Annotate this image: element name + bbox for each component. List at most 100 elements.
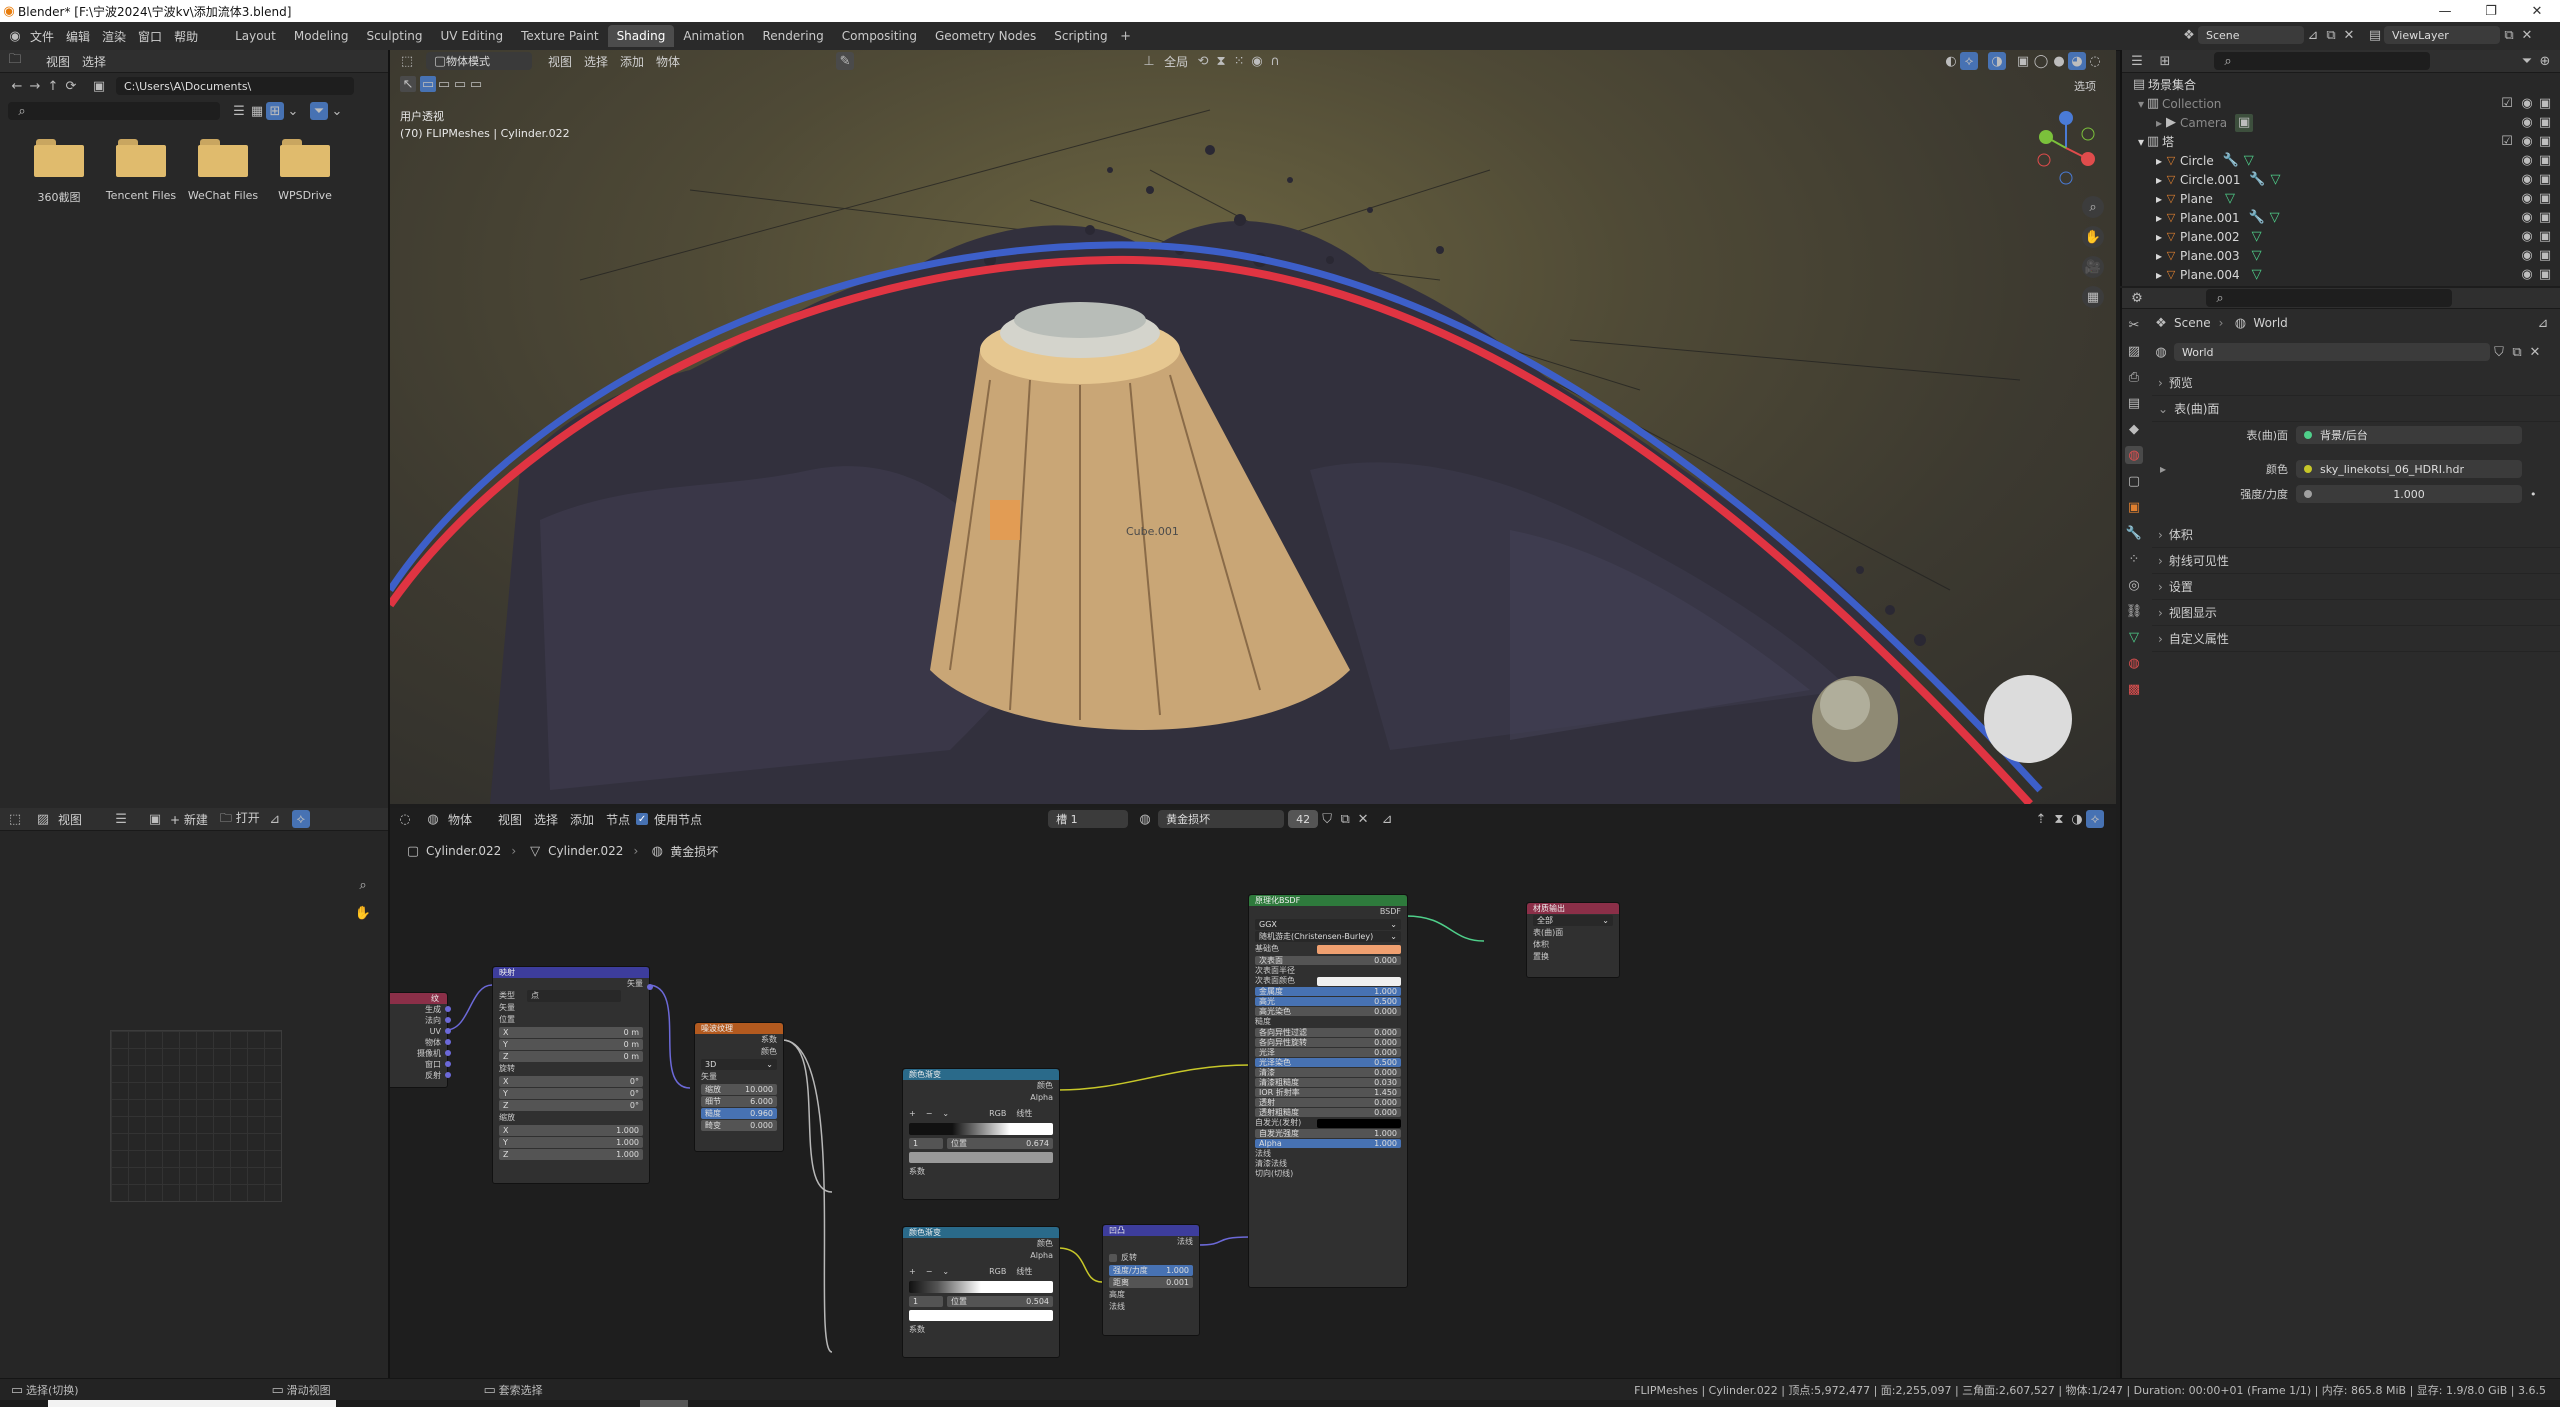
outliner-item[interactable]: ▸ ▽ Plane ▽ ◉ ▣ xyxy=(2130,189,2560,208)
panel-custom-properties[interactable]: › 自定义属性 xyxy=(2152,626,2560,652)
tab-animation[interactable]: Animation xyxy=(674,25,753,47)
output-target-dropdown[interactable]: 全部 ⌄ xyxy=(1533,915,1613,926)
pan-hand-icon[interactable]: ✋ xyxy=(354,904,372,922)
menu-help[interactable]: 帮助 xyxy=(168,26,204,47)
tool-tab-icon[interactable]: ✂ xyxy=(2125,316,2143,334)
remove-stop-icon[interactable]: − xyxy=(926,1266,933,1278)
camera-render-icon[interactable]: ▣ xyxy=(2536,133,2554,151)
tab-texture-paint[interactable]: Texture Paint xyxy=(512,25,607,47)
color-swatch[interactable] xyxy=(1317,1118,1401,1128)
editor-type-icon[interactable]: ⬚ xyxy=(6,810,24,828)
fake-user-icon[interactable]: ⛉ xyxy=(1318,810,1336,828)
filter-icon[interactable]: ⏷ xyxy=(310,102,328,120)
eye-icon[interactable]: ◉ xyxy=(2518,133,2536,151)
back-icon[interactable]: ← xyxy=(8,77,26,95)
slot-selector[interactable]: 槽 1 xyxy=(1048,810,1129,828)
mapping-scale_vals-field[interactable]: X 1.000 xyxy=(499,1125,643,1136)
material-name-field[interactable]: 黄金损坏 xyxy=(1158,810,1285,828)
outliner-item[interactable]: ▸ ▽ Circle.001 🔧 ▽ ◉ ▣ xyxy=(2130,170,2560,189)
bump-field[interactable]: 距离 0.001 xyxy=(1109,1277,1193,1288)
forward-icon[interactable]: → xyxy=(26,77,44,95)
color-ramp-gradient[interactable] xyxy=(909,1281,1053,1293)
color-swatch[interactable] xyxy=(1317,976,1401,986)
remove-stop-icon[interactable]: − xyxy=(926,1108,933,1120)
bsdf-field[interactable]: 各向异性旋转 0.000 xyxy=(1255,1038,1401,1047)
output-tab-icon[interactable]: ⎙ xyxy=(2125,368,2143,386)
panel-settings[interactable]: › 设置 xyxy=(2152,574,2560,600)
tab-uv-editing[interactable]: UV Editing xyxy=(432,25,513,47)
distribution-dropdown[interactable]: GGX ⌄ xyxy=(1255,919,1401,930)
fb-menu-view[interactable]: 视图 xyxy=(40,51,76,72)
collection-tab-icon[interactable]: ▢ xyxy=(2125,472,2143,490)
checkbox-icon[interactable]: ☑ xyxy=(2498,133,2516,151)
ortho-toggle-icon[interactable]: ▦ xyxy=(2082,286,2104,308)
bsdf-field[interactable]: 清漆粗糙度 0.030 xyxy=(1255,1078,1401,1087)
blender-menu-icon[interactable]: ◉ xyxy=(6,27,24,45)
menu-edit[interactable]: 编辑 xyxy=(60,26,96,47)
bsdf-field[interactable]: 各向异性过滤 0.000 xyxy=(1255,1028,1401,1037)
node-material-output[interactable]: 材质输出 全部 ⌄ 表(曲)面 体积 置换 xyxy=(1526,902,1620,978)
eye-icon[interactable]: ◉ xyxy=(2518,95,2536,113)
constraints-tab-icon[interactable]: ⛓ xyxy=(2125,602,2143,620)
node-principled-bsdf[interactable]: 原理化BSDF BSDF GGX ⌄ 随机游走(Christensen-Burle… xyxy=(1248,894,1408,1288)
copy-icon[interactable]: ⧉ xyxy=(2508,343,2526,361)
menu-window[interactable]: 窗口 xyxy=(132,26,168,47)
socket[interactable] xyxy=(445,1017,451,1023)
folder-item[interactable]: WeChat Files xyxy=(182,139,264,202)
camera-render-icon[interactable]: ▣ xyxy=(2536,95,2554,113)
scene-collection-row[interactable]: ▤ 场景集合 xyxy=(2130,75,2560,94)
node-mapping[interactable]: 映射 矢量 类型点 矢量 位置 X0 mY0 mZ0 m 旋转 X 0° Y 0° Z 0… xyxy=(492,966,653,1184)
camera-view-icon[interactable]: 🎥 xyxy=(2082,256,2104,278)
bsdf-field[interactable]: 光泽 0.000 xyxy=(1255,1048,1401,1057)
mapping-loc_vals-field[interactable]: X0 m xyxy=(499,1027,643,1038)
bsdf-field[interactable]: 高光 0.500 xyxy=(1255,997,1401,1006)
refresh-icon[interactable]: ⟳ xyxy=(62,77,80,95)
surface-shader-field[interactable]: 背景/后台 xyxy=(2296,426,2522,444)
tab-layout[interactable]: Layout xyxy=(226,25,285,47)
stop-position-field[interactable]: 位置 0.674 xyxy=(947,1138,1053,1149)
parent-dir-icon[interactable]: ↑ xyxy=(44,77,62,95)
shader-type-selector[interactable]: 物体 xyxy=(442,809,478,830)
outliner-item[interactable]: ▸ ▽ Plane.001 🔧 ▽ ◉ ▣ xyxy=(2130,208,2560,227)
parent-node-tree-icon[interactable]: ⇡ xyxy=(2032,810,2050,828)
editor-type-icon[interactable]: 🗀 xyxy=(6,52,24,70)
node-color-ramp-1[interactable]: 颜色渐变 颜色 Alpha + − ⌄ RGB 线性 1 位置 0.674 系数 xyxy=(902,1068,1060,1200)
tab-modeling[interactable]: Modeling xyxy=(285,25,358,47)
new-collection-icon[interactable]: ⊕ xyxy=(2536,52,2554,70)
bsdf-field[interactable]: 透射粗糙度 0.000 xyxy=(1255,1108,1401,1117)
bsdf-field[interactable]: Alpha 1.000 xyxy=(1255,1139,1401,1148)
world-tab-icon[interactable]: ◍ xyxy=(2125,446,2143,464)
eye-icon[interactable]: ◉ xyxy=(2518,209,2536,227)
panel-viewport-display[interactable]: › 视图显示 xyxy=(2152,600,2560,626)
node-bump[interactable]: 凹凸 法线 反转 强度/力度 1.000 距离 0.001 高度 法线 xyxy=(1102,1224,1200,1336)
gizmo-toggle-icon[interactable]: ⟡ xyxy=(291,810,310,828)
overlay-toggle-icon[interactable]: ◑ xyxy=(2068,810,2086,828)
material-user-count[interactable]: 42 xyxy=(1288,810,1319,828)
menu-file[interactable]: 文件 xyxy=(24,26,60,47)
camera-render-icon[interactable]: ▣ xyxy=(2536,114,2554,132)
ramp-color-mode[interactable]: RGB xyxy=(989,1266,1006,1278)
path-field[interactable]: C:\Users\A\Documents\ xyxy=(116,77,354,95)
eye-icon[interactable]: ◉ xyxy=(2518,266,2536,284)
copy-icon[interactable]: ⧉ xyxy=(2500,26,2518,44)
mapping-scale_vals-field[interactable]: Y 1.000 xyxy=(499,1137,643,1148)
mapping-loc_vals-field[interactable]: Z0 m xyxy=(499,1051,643,1062)
outliner-item-camera[interactable]: ▸ ▶ Camera ▣ ◉ ▣ xyxy=(2130,113,2560,132)
chevron-down-icon[interactable]: ⌄ xyxy=(328,102,346,120)
fake-user-icon[interactable]: ⛉ xyxy=(2490,343,2508,361)
noise-field[interactable]: 糙度 0.960 xyxy=(701,1108,777,1119)
bsdf-field[interactable]: 清漆 0.000 xyxy=(1255,1068,1401,1077)
bsdf-field[interactable]: IOR 折射率 1.450 xyxy=(1255,1088,1401,1097)
chevron-down-icon[interactable]: ⌄ xyxy=(284,102,302,120)
stop-color-swatch[interactable] xyxy=(909,1152,1053,1163)
tab-shading[interactable]: Shading xyxy=(607,25,675,47)
close-icon[interactable]: ✕ xyxy=(2514,2,2560,20)
menu-render[interactable]: 渲染 xyxy=(96,26,132,47)
display-thumbs-icon[interactable]: ▦ xyxy=(248,102,266,120)
expand-icon[interactable]: ▸ xyxy=(2160,462,2174,476)
bump-field[interactable]: 强度/力度 1.000 xyxy=(1109,1265,1193,1276)
pin-icon[interactable]: ⊿ xyxy=(1378,810,1396,828)
camera-render-icon[interactable]: ▣ xyxy=(2536,152,2554,170)
new-image-button[interactable]: + 新建 xyxy=(164,809,214,830)
3d-viewport[interactable]: ⬚ ▢ 物体模式 视图 选择 添加 物体 ✎ ⊥ 全局 ⟲ ⧗ ⁙ ◉ ∩ ◐ ⟡… xyxy=(390,50,2116,804)
